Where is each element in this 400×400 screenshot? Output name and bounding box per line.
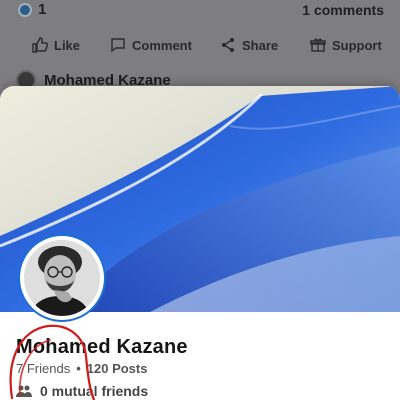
mutual-friends-label: 0 mutual friends xyxy=(40,383,149,399)
comment-button[interactable]: Comment xyxy=(110,37,192,53)
comment-icon xyxy=(111,38,125,53)
post-stats: 1 1 comments xyxy=(0,0,400,24)
share-button[interactable]: Share xyxy=(220,37,278,53)
like-button[interactable]: Like xyxy=(32,37,80,53)
like-label: Like xyxy=(54,37,81,53)
people-icon xyxy=(16,385,32,397)
reaction-icon xyxy=(18,3,32,17)
share-label: Share xyxy=(242,37,279,53)
profile-stats: 7 Friends • 120 Posts xyxy=(16,361,147,376)
support-label: Support xyxy=(332,37,382,53)
friends-count[interactable]: 7 Friends xyxy=(16,361,70,376)
stats-separator: • xyxy=(76,361,81,376)
share-icon xyxy=(222,38,234,52)
screen: 1 1 comments Like Comment Share Support xyxy=(0,0,400,400)
reaction-count[interactable]: 1 xyxy=(38,1,46,18)
comments-count[interactable]: 1 comments xyxy=(302,2,384,18)
support-button[interactable]: Support xyxy=(310,37,382,53)
comment-label: Comment xyxy=(132,37,192,53)
profile-avatar[interactable] xyxy=(18,234,106,322)
post-actions: Like Comment Share Support xyxy=(0,32,400,60)
profile-name: Mohamed Kazane xyxy=(16,336,188,358)
posts-count[interactable]: 120 Posts xyxy=(87,361,148,376)
avatar-photo xyxy=(24,240,100,316)
thumbs-up-icon xyxy=(32,37,48,53)
gift-icon xyxy=(310,38,326,52)
mutual-friends[interactable]: 0 mutual friends xyxy=(16,383,148,399)
profile-card: Mohamed Kazane 7 Friends • 120 Posts 0 m… xyxy=(0,86,400,400)
